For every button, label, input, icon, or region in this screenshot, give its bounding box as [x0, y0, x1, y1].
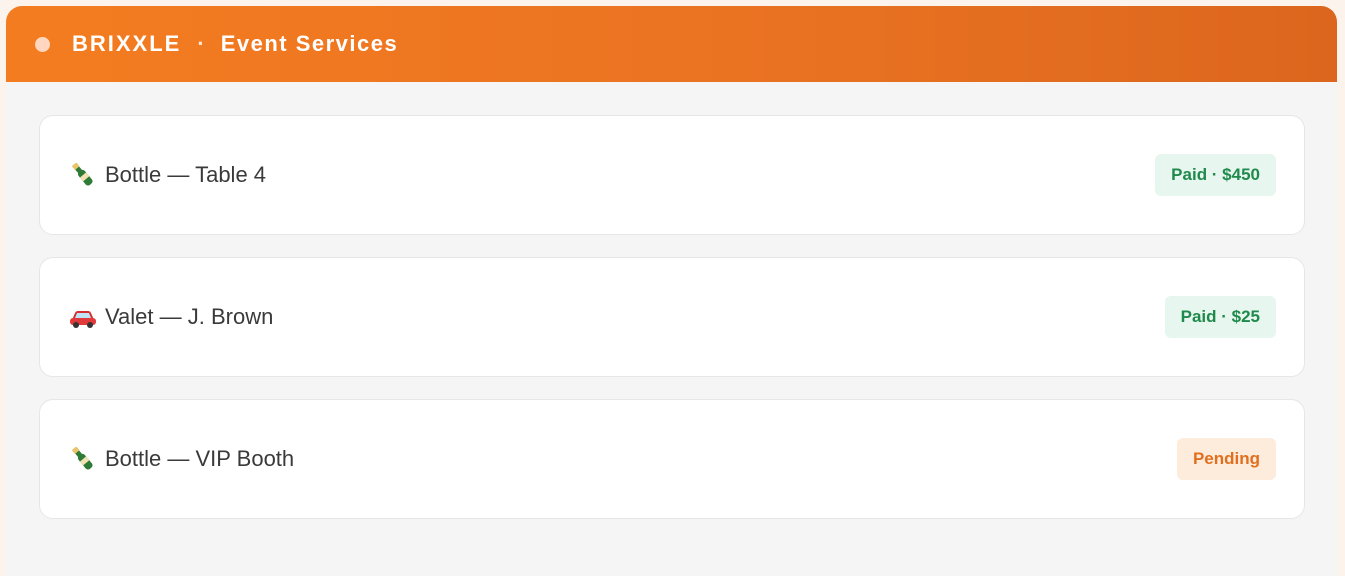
status-badge: Pending	[1176, 438, 1276, 480]
brand-name: BRIXXLE	[72, 31, 182, 56]
status-badge: Paid · $25	[1164, 296, 1276, 338]
car-icon	[70, 311, 96, 328]
service-label: Bottle — VIP Booth	[105, 446, 295, 471]
service-row-bottle-table-4[interactable]: Bottle — Table 4 Paid · $450	[39, 115, 1305, 235]
service-item: Valet — J. Brown	[68, 303, 273, 331]
status-badge: Paid · $450	[1155, 154, 1276, 196]
service-item: Bottle — VIP Booth	[68, 445, 294, 473]
service-label: Bottle — Table 4	[105, 162, 267, 187]
service-label: Valet — J. Brown	[105, 304, 274, 329]
header-separator: ·	[197, 31, 205, 56]
service-item: Bottle — Table 4	[68, 161, 266, 189]
service-row-bottle-vip-booth[interactable]: Bottle — VIP Booth Pending	[39, 399, 1305, 519]
champagne-bottle-icon	[72, 162, 93, 186]
services-list: Bottle — Table 4 Paid · $450 Valet — J. …	[6, 82, 1337, 519]
panel-header: BRIXXLE · Event Services	[6, 6, 1337, 82]
event-services-panel: BRIXXLE · Event Services Bottle — Table …	[6, 6, 1337, 576]
service-row-valet-j-brown[interactable]: Valet — J. Brown Paid · $25	[39, 257, 1305, 377]
status-dot-icon	[35, 36, 50, 52]
panel-title: Event Services	[220, 31, 399, 56]
champagne-bottle-icon	[72, 446, 93, 470]
